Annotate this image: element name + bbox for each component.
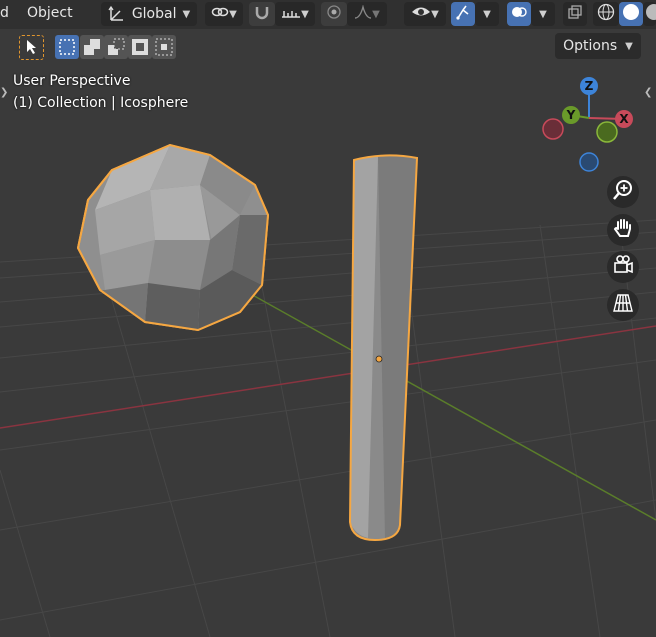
proportional-editing-toggle[interactable] <box>321 2 347 26</box>
icosphere-object <box>76 143 270 332</box>
select-subtract-icon <box>107 38 125 60</box>
options-label: Options <box>563 38 618 54</box>
wireframe-shading-button[interactable] <box>593 2 619 26</box>
transform-orientation-label: Global <box>131 6 177 22</box>
chevron-down-icon: ▼ <box>539 8 547 20</box>
perspective-toggle-button[interactable] <box>607 289 639 321</box>
neg-x-axis-ball <box>542 118 564 140</box>
link-icon <box>211 5 229 23</box>
wireframe-sphere-icon <box>597 3 615 25</box>
pan-button[interactable] <box>607 214 639 246</box>
chevron-down-icon: ▼ <box>301 8 309 20</box>
camera-icon <box>612 254 634 280</box>
object-origin-dot <box>375 355 383 363</box>
y-axis-line <box>239 287 656 521</box>
transform-axes-icon <box>108 5 126 23</box>
pivot-point-dropdown[interactable]: ▼ <box>205 2 243 26</box>
object-menu[interactable]: Object <box>27 5 73 21</box>
y-axis-label: Y <box>566 108 576 122</box>
3d-viewport[interactable]: d Object Global ▼ ▼ ▼ ▼ ▼ ▼ ▼ Options ▼ … <box>0 0 656 637</box>
select-new-icon <box>59 39 75 59</box>
grid-perspective-icon <box>612 292 634 318</box>
hand-icon <box>612 217 634 243</box>
view-perspective-label: User Perspective <box>13 73 131 89</box>
select-extend-icon <box>83 38 101 60</box>
proportional-edit-icon <box>326 4 342 24</box>
select-new-button[interactable] <box>55 35 79 59</box>
visibility-dropdown[interactable]: ▼ <box>404 2 446 26</box>
gizmo-icon <box>455 4 471 24</box>
neg-y-axis-ball <box>596 121 618 143</box>
select-intersect-button[interactable] <box>152 35 176 59</box>
snap-increment-icon <box>281 5 301 23</box>
tweak-tool-button[interactable] <box>19 35 44 60</box>
select-subtract-button[interactable] <box>104 35 128 59</box>
cursor-arrow-icon <box>25 39 37 59</box>
viewport-header: d Object Global ▼ ▼ ▼ ▼ ▼ ▼ ▼ <box>0 0 656 29</box>
solid-sphere-icon <box>622 3 640 25</box>
falloff-curve-icon <box>354 4 372 23</box>
navigation-gizmo[interactable]: Z X Y <box>536 70 646 180</box>
overlays-toggle[interactable] <box>507 2 531 26</box>
overlays-dropdown[interactable]: ▼ <box>531 2 555 26</box>
options-dropdown[interactable]: Options ▼ <box>555 33 641 59</box>
chevron-down-icon: ▼ <box>372 8 380 20</box>
zoom-button[interactable] <box>607 176 639 208</box>
magnifier-plus-icon <box>612 179 634 205</box>
toolbar-expand-arrow[interactable]: ❯ <box>0 80 10 98</box>
snap-target-dropdown[interactable]: ▼ <box>275 2 315 26</box>
neg-z-axis-ball <box>579 152 599 172</box>
chevron-right-icon: ❯ <box>0 87 9 98</box>
camera-view-button[interactable] <box>607 251 639 283</box>
transform-orientation-dropdown[interactable]: Global ▼ <box>101 2 197 26</box>
select-intersect-icon <box>155 38 173 60</box>
select-extend-button[interactable] <box>80 35 104 59</box>
magnet-icon <box>254 4 270 24</box>
chevron-down-icon: ▼ <box>483 8 491 20</box>
material-sphere-icon <box>644 3 656 25</box>
xray-toggle[interactable] <box>563 2 587 26</box>
falloff-dropdown[interactable]: ▼ <box>347 2 387 26</box>
z-axis-label: Z <box>585 79 594 93</box>
cylinder-object <box>348 154 419 542</box>
x-axis-line <box>0 325 656 429</box>
eye-icon <box>411 5 431 23</box>
xray-icon <box>567 4 583 24</box>
collection-info-label: (1) Collection | Icosphere <box>13 95 189 111</box>
chevron-down-icon: ▼ <box>229 8 237 20</box>
x-axis-label: X <box>619 112 629 126</box>
snap-toggle[interactable] <box>249 2 275 26</box>
gizmo-toggle[interactable] <box>451 2 475 26</box>
gizmo-dropdown[interactable]: ▼ <box>475 2 499 26</box>
overlays-icon <box>511 4 527 24</box>
chevron-down-icon: ▼ <box>182 8 191 20</box>
select-invert-icon <box>131 38 149 60</box>
chevron-down-icon: ▼ <box>431 8 439 20</box>
editor-menu-cut[interactable]: d <box>0 5 9 21</box>
chevron-down-icon: ▼ <box>625 40 633 52</box>
select-invert-button[interactable] <box>128 35 152 59</box>
material-shading-button[interactable] <box>643 2 656 26</box>
solid-shading-button[interactable] <box>619 2 643 26</box>
